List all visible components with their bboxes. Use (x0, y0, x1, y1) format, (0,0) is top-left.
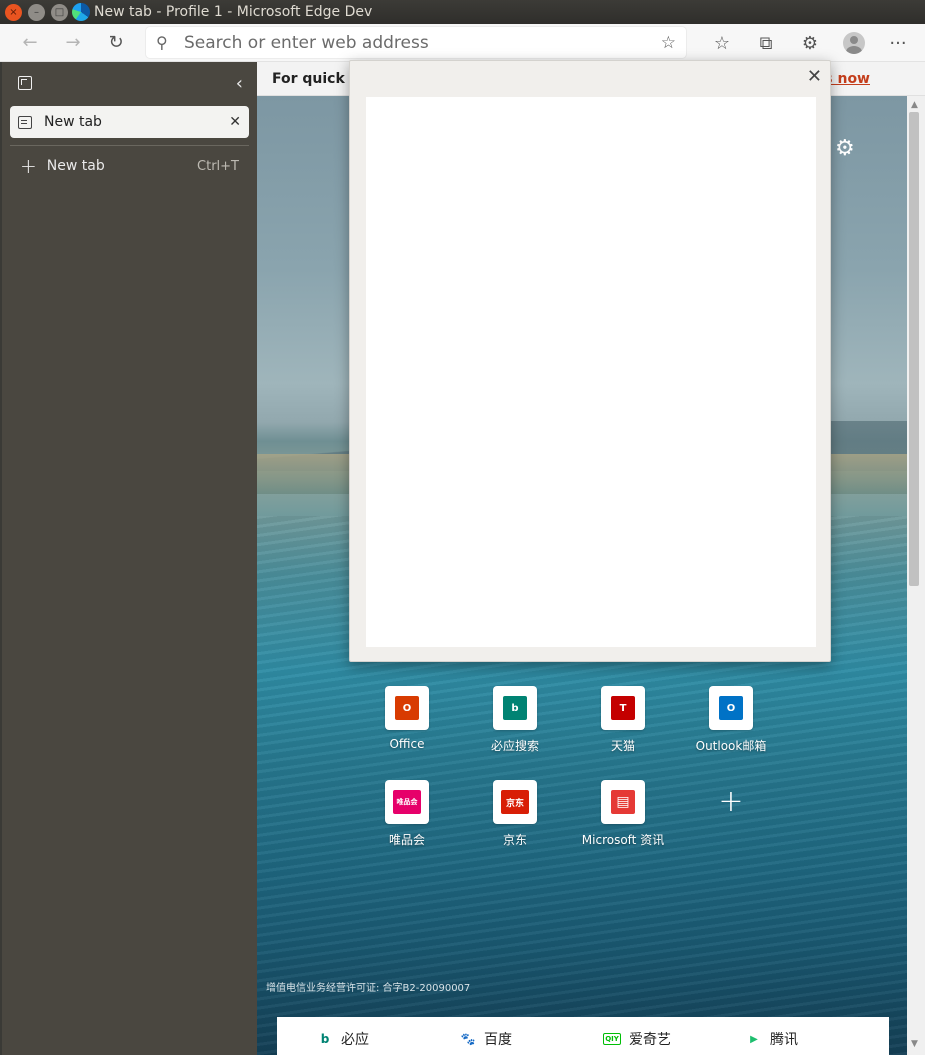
collections-icon[interactable]: ⧉ (751, 28, 781, 58)
popup-close-icon[interactable]: ✕ (807, 66, 822, 87)
quick-link-bing[interactable]: b 必应搜索 (461, 686, 569, 754)
scroll-down-icon[interactable]: ▼ (911, 1039, 918, 1049)
quick-link-jd[interactable]: 京东 京东 (461, 780, 569, 848)
quick-link-label: 必应搜索 (490, 739, 539, 753)
bottom-link-baidu[interactable]: 🐾 百度 (460, 1029, 603, 1049)
quick-link-msn[interactable]: ▤ Microsoft 资讯 (569, 780, 677, 848)
window-maximize-button[interactable]: □ (51, 3, 68, 21)
divider (10, 145, 249, 146)
popup-dialog: ✕ (349, 60, 831, 662)
quick-link-outlook[interactable]: O Outlook邮箱 (677, 686, 785, 754)
window-close-button[interactable]: × (5, 3, 22, 21)
bottom-link-bing[interactable]: b 必应 (317, 1029, 460, 1049)
news-icon: ▤ (611, 790, 635, 814)
favorites-icon[interactable]: ☆ (707, 28, 737, 58)
office-icon: O (395, 696, 419, 720)
avatar-icon (843, 32, 865, 54)
scroll-up-icon[interactable]: ▲ (911, 100, 918, 110)
bottom-link-label: 腾讯 (770, 1032, 798, 1048)
baidu-icon: 🐾 (460, 1032, 476, 1046)
address-input[interactable] (184, 32, 644, 53)
quick-link-label: 天猫 (610, 739, 635, 753)
quick-link-label: Microsoft 资讯 (581, 833, 665, 847)
scroll-thumb[interactable] (909, 112, 919, 586)
page-icon (18, 115, 32, 129)
refresh-icon[interactable]: ↻ (101, 28, 131, 58)
page-settings-icon[interactable]: ⚙ (835, 136, 855, 161)
profile-button[interactable] (839, 28, 869, 58)
bottom-link-iqiyi[interactable]: QIY 爱奇艺 (603, 1029, 746, 1049)
extensions-icon[interactable]: ⚙ (795, 28, 825, 58)
jd-icon: 京东 (501, 790, 529, 814)
vip-icon: 唯品会 (393, 790, 421, 814)
forward-icon[interactable]: → (58, 28, 88, 58)
new-tab-button[interactable]: + New tab Ctrl+T (10, 150, 249, 182)
bottom-link-label: 百度 (484, 1032, 512, 1048)
vertical-tabs-sidebar: ‹ New tab ✕ + New tab Ctrl+T (0, 62, 257, 1055)
collapse-sidebar-icon[interactable]: ‹ (236, 73, 243, 94)
quick-link-label: 京东 (502, 833, 527, 847)
bing-icon: b (320, 1032, 330, 1046)
outlook-icon: O (719, 696, 743, 720)
bottom-links-bar: b 必应 🐾 百度 QIY 爱奇艺 ▶ 腾讯 (277, 1017, 889, 1055)
browser-toolbar: ← → ↻ ⚲ ☆ ☆ ⧉ ⚙ ··· (0, 24, 925, 62)
tencent-video-icon: ▶ (750, 1033, 758, 1045)
bottom-link-label: 必应 (341, 1032, 369, 1048)
tab-actions-icon[interactable] (18, 76, 32, 90)
window-minimize-button[interactable]: – (28, 3, 45, 21)
plus-icon: + (20, 154, 37, 178)
quick-link-vip[interactable]: 唯品会 唯品会 (353, 780, 461, 848)
quick-link-office[interactable]: O Office (353, 686, 461, 751)
edge-logo-icon (72, 3, 90, 21)
iqiyi-icon: QIY (603, 1033, 621, 1045)
tmall-icon: T (611, 696, 635, 720)
new-tab-shortcut: Ctrl+T (197, 158, 239, 174)
title-bar: × – □ New tab - Profile 1 - Microsoft Ed… (0, 0, 925, 24)
new-tab-label: New tab (46, 158, 105, 174)
bottom-link-tencent[interactable]: ▶ 腾讯 (746, 1029, 889, 1049)
quick-link-label: 唯品会 (388, 833, 425, 847)
more-icon[interactable]: ··· (883, 28, 913, 58)
info-bar-link[interactable]: s now (824, 71, 870, 87)
page-scrollbar[interactable]: ▲ ▼ (907, 96, 925, 1055)
search-icon: ⚲ (156, 33, 168, 52)
popup-content (366, 97, 816, 647)
bottom-link-label: 爱奇艺 (629, 1032, 671, 1048)
quick-link-label: Office (389, 737, 425, 751)
quick-link-label: Outlook邮箱 (695, 739, 767, 753)
plus-icon: + (718, 784, 744, 819)
license-text: 增值电信业务经营许可证: 合字B2-20090007 (266, 983, 471, 994)
quick-link-tmall[interactable]: T 天猫 (569, 686, 677, 754)
tab-close-icon[interactable]: ✕ (229, 114, 241, 130)
tab-new-tab[interactable]: New tab ✕ (10, 106, 249, 138)
address-bar[interactable]: ⚲ ☆ (146, 27, 686, 58)
add-favorite-icon[interactable]: ☆ (661, 33, 676, 53)
back-icon[interactable]: ← (15, 28, 45, 58)
tab-title: New tab (44, 114, 102, 130)
window-title: New tab - Profile 1 - Microsoft Edge Dev (94, 4, 373, 20)
bing-icon: b (503, 696, 527, 720)
add-quick-link-button[interactable]: + (677, 780, 785, 824)
